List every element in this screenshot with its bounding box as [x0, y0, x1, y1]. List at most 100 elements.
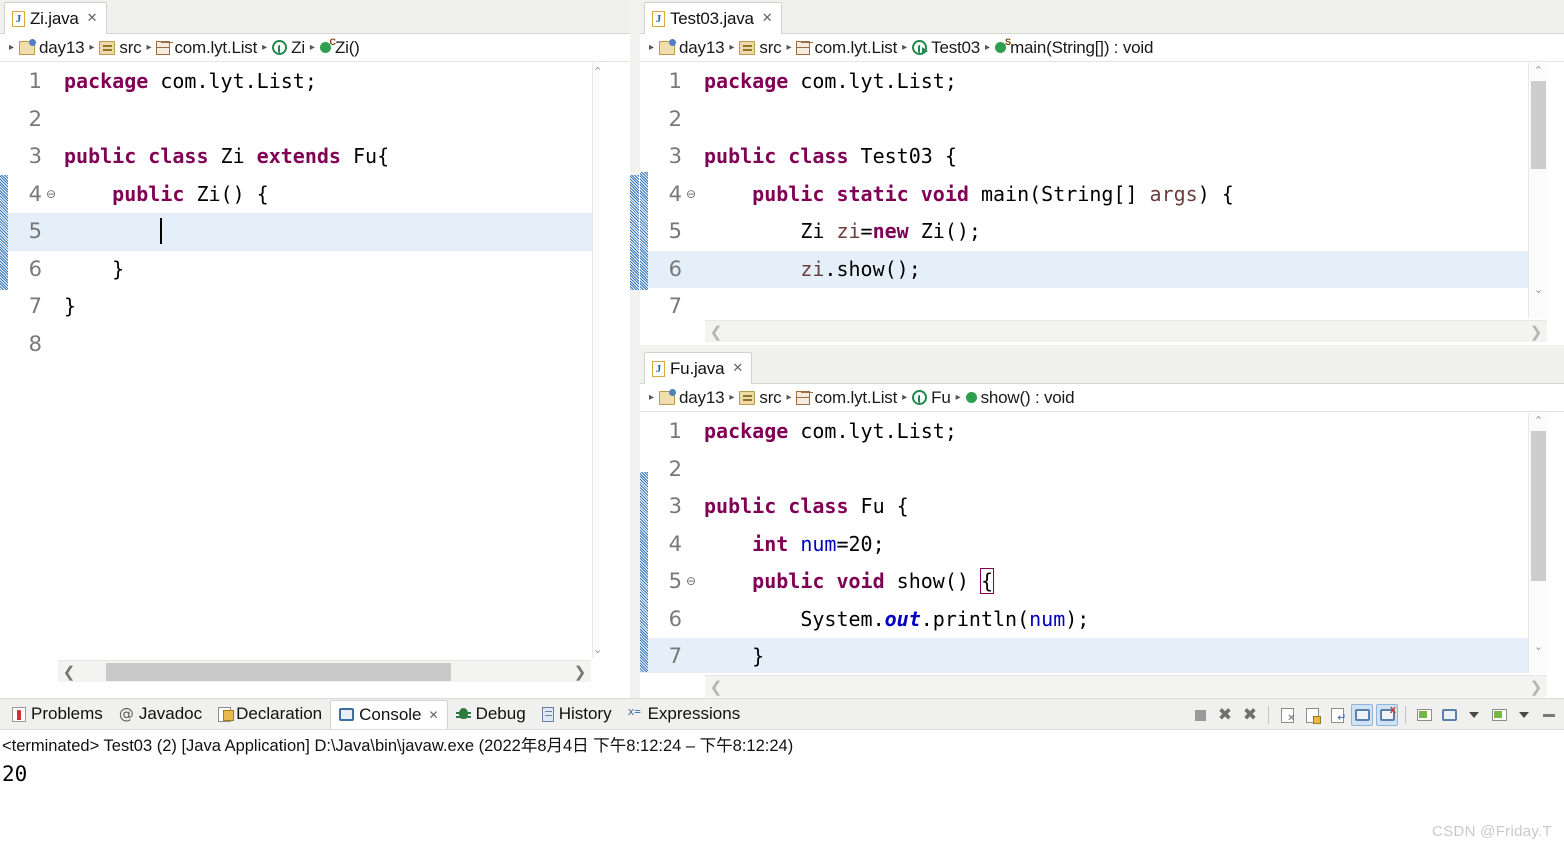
- tab-test03-java[interactable]: Test03.java ✕: [644, 2, 782, 34]
- code-line[interactable]: 7: [640, 288, 1528, 318]
- scroll-left-arrow-icon[interactable]: ❮: [58, 663, 80, 681]
- word-wrap-button[interactable]: ↵: [1326, 704, 1348, 726]
- clear-console-button[interactable]: ✕: [1276, 704, 1298, 726]
- horizontal-scrollbar-bottomright[interactable]: ❮ ❯: [705, 675, 1547, 697]
- scroll-right-arrow-icon[interactable]: ❯: [1525, 678, 1547, 696]
- fold-collapse-icon[interactable]: ⊖: [686, 563, 700, 601]
- overview-ruler-bottomright[interactable]: ⌃ ⌄: [1528, 413, 1547, 673]
- breadcrumb-item-package[interactable]: com.lyt.List: [796, 388, 897, 408]
- scroll-left-arrow-icon[interactable]: ❮: [705, 678, 727, 696]
- breadcrumb-left[interactable]: ▸ day13 ▸ src ▸ com.lyt.List ▸ Zi ▸ C Zi…: [0, 34, 630, 62]
- code-area-topright[interactable]: 1 package com.lyt.List; 2 3 public class Tes…: [640, 63, 1528, 318]
- hscroll-thumb[interactable]: [106, 663, 451, 681]
- breadcrumb-item-member[interactable]: Zi(): [319, 37, 360, 58]
- breadcrumb-bottomright[interactable]: ▸ day13 ▸ src ▸ com.lyt.List ▸ Fu ▸ show…: [640, 384, 1564, 412]
- code-line[interactable]: 6 zi.show();: [640, 250, 1528, 288]
- code-line[interactable]: 4 ⊖ public static void main(String[] args…: [640, 176, 1528, 214]
- tab-zi-java[interactable]: Zi.java ✕: [4, 2, 107, 34]
- chevron-right-icon[interactable]: ▸: [951, 392, 966, 403]
- close-icon[interactable]: ✕: [429, 708, 439, 722]
- breadcrumb-item-src[interactable]: src: [739, 38, 782, 58]
- close-icon[interactable]: ✕: [732, 361, 743, 376]
- close-icon[interactable]: ✕: [762, 11, 773, 26]
- scroll-down-arrow-icon[interactable]: ⌄: [1529, 283, 1548, 296]
- open-console-button[interactable]: [1488, 704, 1510, 726]
- code-line[interactable]: 2: [640, 101, 1528, 139]
- chevron-right-icon[interactable]: ▸: [897, 42, 912, 53]
- breadcrumb-item-project[interactable]: day13: [19, 38, 85, 58]
- show-console-on-standard-error-button[interactable]: [1376, 704, 1398, 726]
- hscroll-track[interactable]: [727, 321, 1525, 342]
- breadcrumb-item-src[interactable]: src: [99, 38, 142, 58]
- scroll-down-arrow-icon[interactable]: ⌄: [593, 643, 602, 656]
- breadcrumb-item-project[interactable]: day13: [659, 38, 725, 58]
- horizontal-scrollbar-topright[interactable]: ❮ ❯: [705, 320, 1547, 342]
- terminate-button[interactable]: [1189, 704, 1211, 726]
- code-line[interactable]: 3 public class Zi extends Fu{: [0, 138, 592, 176]
- pin-console-button[interactable]: [1413, 704, 1435, 726]
- code-line[interactable]: 5 Zi zi=new Zi();: [640, 213, 1528, 251]
- fold-collapse-icon[interactable]: ⊖: [46, 176, 60, 214]
- code-line[interactable]: 2: [0, 101, 592, 139]
- chevron-right-icon[interactable]: ▸: [781, 42, 796, 53]
- breadcrumb-item-class[interactable]: Zi: [272, 38, 305, 58]
- tab-fu-java[interactable]: Fu.java ✕: [644, 352, 753, 384]
- code-line[interactable]: 7 }: [640, 638, 1528, 673]
- chevron-right-icon[interactable]: ▸: [644, 42, 659, 53]
- code-area-bottomright[interactable]: 1 package com.lyt.List; 2 3 public class Fu …: [640, 413, 1528, 673]
- chevron-right-icon[interactable]: ▸: [897, 392, 912, 403]
- code-line[interactable]: 1 package com.lyt.List;: [640, 413, 1528, 451]
- chevron-right-icon[interactable]: ▸: [305, 42, 320, 53]
- chevron-right-icon[interactable]: ▸: [84, 42, 99, 53]
- remove-launch-button[interactable]: ✖: [1214, 704, 1236, 726]
- code-area-left[interactable]: 1 package com.lyt.List; 2 3 public class Zi …: [0, 63, 592, 658]
- code-line[interactable]: 2: [640, 451, 1528, 489]
- breadcrumb-item-member[interactable]: show() : void: [965, 388, 1075, 408]
- code-line[interactable]: 3 public class Test03 {: [640, 138, 1528, 176]
- vscroll-thumb[interactable]: [1531, 81, 1546, 169]
- overview-ruler-left[interactable]: ⌃ ⌄: [592, 63, 602, 658]
- overview-ruler-topright[interactable]: ⌃ ⌄: [1528, 63, 1547, 318]
- hscroll-track[interactable]: [727, 676, 1525, 697]
- tab-console[interactable]: Console ✕: [330, 699, 448, 729]
- chevron-right-icon[interactable]: ▸: [724, 392, 739, 403]
- code-line[interactable]: 5 ⊖ public void show() {: [640, 563, 1528, 601]
- open-console-menu[interactable]: [1513, 704, 1535, 726]
- tab-problems[interactable]: Problems: [4, 700, 111, 729]
- scroll-up-arrow-icon[interactable]: ⌃: [593, 65, 602, 78]
- chevron-right-icon[interactable]: ▸: [257, 42, 272, 53]
- breadcrumb-item-member[interactable]: main(String[]) : void: [995, 37, 1153, 58]
- code-line[interactable]: 1 package com.lyt.List;: [0, 63, 592, 101]
- minimize-button[interactable]: [1538, 704, 1560, 726]
- breadcrumb-topright[interactable]: ▸ day13 ▸ src ▸ com.lyt.List ▸ Test03 ▸: [640, 34, 1564, 62]
- scroll-left-arrow-icon[interactable]: ❮: [705, 323, 727, 341]
- chevron-right-icon[interactable]: ▸: [141, 42, 156, 53]
- breadcrumb-item-src[interactable]: src: [739, 388, 782, 408]
- chevron-right-icon[interactable]: ▸: [781, 392, 796, 403]
- code-line[interactable]: 8: [0, 326, 592, 364]
- scroll-right-arrow-icon[interactable]: ❯: [569, 663, 591, 681]
- breadcrumb-item-project[interactable]: day13: [659, 388, 725, 408]
- tab-expressions[interactable]: Expressions: [620, 700, 749, 729]
- close-icon[interactable]: ✕: [87, 11, 98, 26]
- console-output[interactable]: 20: [0, 758, 1564, 786]
- hscroll-track[interactable]: [80, 661, 569, 682]
- tab-declaration[interactable]: Declaration: [210, 700, 330, 729]
- code-text[interactable]: 1 package com.lyt.List; 2 3 public class Fu …: [640, 413, 1528, 673]
- code-text[interactable]: 1 package com.lyt.List; 2 3 public class Tes…: [640, 63, 1528, 318]
- vertical-splitter[interactable]: [630, 0, 640, 698]
- chevron-right-icon[interactable]: ▸: [724, 42, 739, 53]
- scroll-down-arrow-icon[interactable]: ⌄: [1529, 640, 1548, 653]
- breadcrumb-item-class[interactable]: Test03: [912, 38, 980, 58]
- display-selected-console-button[interactable]: [1438, 704, 1460, 726]
- remove-all-terminated-button[interactable]: ✖: [1239, 704, 1261, 726]
- display-selected-console-menu[interactable]: [1463, 704, 1485, 726]
- code-line[interactable]: 1 package com.lyt.List;: [640, 63, 1528, 101]
- fold-collapse-icon[interactable]: ⊖: [686, 176, 700, 214]
- breadcrumb-item-package[interactable]: com.lyt.List: [796, 38, 897, 58]
- scroll-lock-button[interactable]: [1301, 704, 1323, 726]
- breadcrumb-item-class[interactable]: Fu: [912, 388, 951, 408]
- chevron-right-icon[interactable]: ▸: [980, 42, 995, 53]
- code-text[interactable]: 1 package com.lyt.List; 2 3 public class Zi …: [0, 63, 592, 363]
- code-line[interactable]: 3 public class Fu {: [640, 488, 1528, 526]
